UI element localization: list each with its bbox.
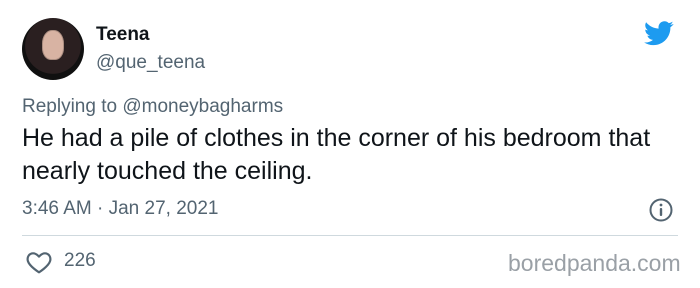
info-icon[interactable]	[648, 197, 674, 223]
twitter-bird-icon[interactable]	[642, 18, 676, 48]
reply-prefix: Replying to	[22, 96, 118, 117]
reply-context: Replying to @moneybagharms	[22, 96, 283, 118]
avatar[interactable]	[22, 18, 84, 80]
heart-icon[interactable]	[26, 250, 52, 274]
like-count: 226	[64, 250, 96, 271]
author-handle[interactable]: @que_teena	[96, 52, 205, 74]
author-name[interactable]: Teena	[96, 24, 150, 46]
reply-username-link[interactable]: @moneybagharms	[122, 96, 283, 117]
tweet-timestamp[interactable]: 3:46 AM · Jan 27, 2021	[22, 198, 218, 220]
divider	[22, 235, 678, 236]
tweet-text: He had a pile of clothes in the corner o…	[22, 124, 651, 185]
watermark: boredpanda.com	[508, 250, 681, 276]
